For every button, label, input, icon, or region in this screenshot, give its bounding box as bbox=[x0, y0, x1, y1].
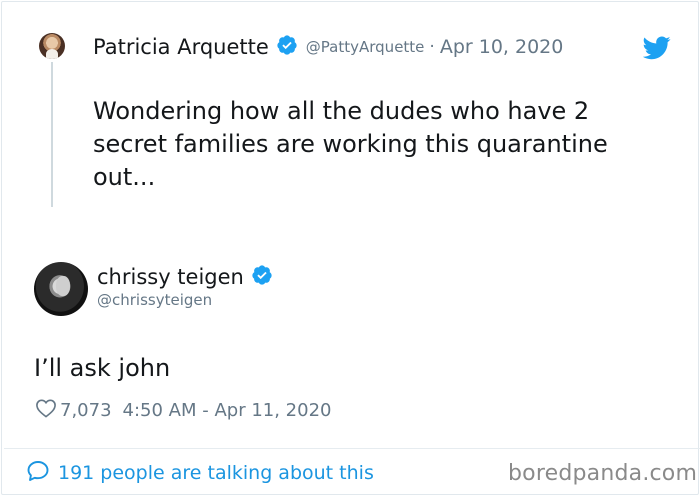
parent-author-avatar[interactable] bbox=[39, 33, 65, 59]
parent-tweet-date[interactable]: Apr 10, 2020 bbox=[440, 36, 564, 58]
verified-badge-icon bbox=[251, 264, 273, 290]
like-count[interactable]: 7,073 bbox=[60, 400, 112, 421]
footer-divider bbox=[4, 448, 700, 449]
main-tweet-text: I’ll ask john bbox=[34, 354, 171, 382]
tweet-meta-row: 7,073 4:50 AM - Apr 11, 2020 bbox=[35, 398, 331, 422]
twitter-bird-icon[interactable] bbox=[642, 36, 671, 60]
main-author-handle[interactable]: @chrissyteigen bbox=[97, 291, 212, 309]
tweet-timestamp[interactable]: 4:50 AM - Apr 11, 2020 bbox=[123, 400, 332, 421]
main-author-name[interactable]: chrissy teigen bbox=[97, 265, 244, 289]
conversation-count-text[interactable]: 191 people are talking about this bbox=[58, 462, 374, 484]
thread-connector-line bbox=[51, 62, 53, 207]
main-author-avatar[interactable] bbox=[34, 262, 88, 316]
heart-outline-icon[interactable] bbox=[35, 398, 57, 422]
parent-author-name[interactable]: Patricia Arquette bbox=[93, 35, 269, 59]
main-tweet-header: chrissy teigen bbox=[97, 263, 273, 291]
parent-tweet-text: Wondering how all the dudes who have 2 s… bbox=[93, 97, 608, 191]
verified-badge-icon bbox=[276, 34, 298, 60]
source-watermark: boredpanda.com bbox=[508, 461, 698, 486]
header-separator: · bbox=[429, 37, 435, 57]
parent-author-handle[interactable]: @PattyArquette bbox=[306, 38, 425, 56]
speech-bubble-icon bbox=[26, 459, 50, 487]
parent-tweet-header: Patricia Arquette @PattyArquette · Apr 1… bbox=[93, 33, 563, 61]
tweet-embed-card: Patricia Arquette @PattyArquette · Apr 1… bbox=[1, 1, 700, 495]
conversation-link[interactable]: 191 people are talking about this bbox=[26, 460, 374, 486]
